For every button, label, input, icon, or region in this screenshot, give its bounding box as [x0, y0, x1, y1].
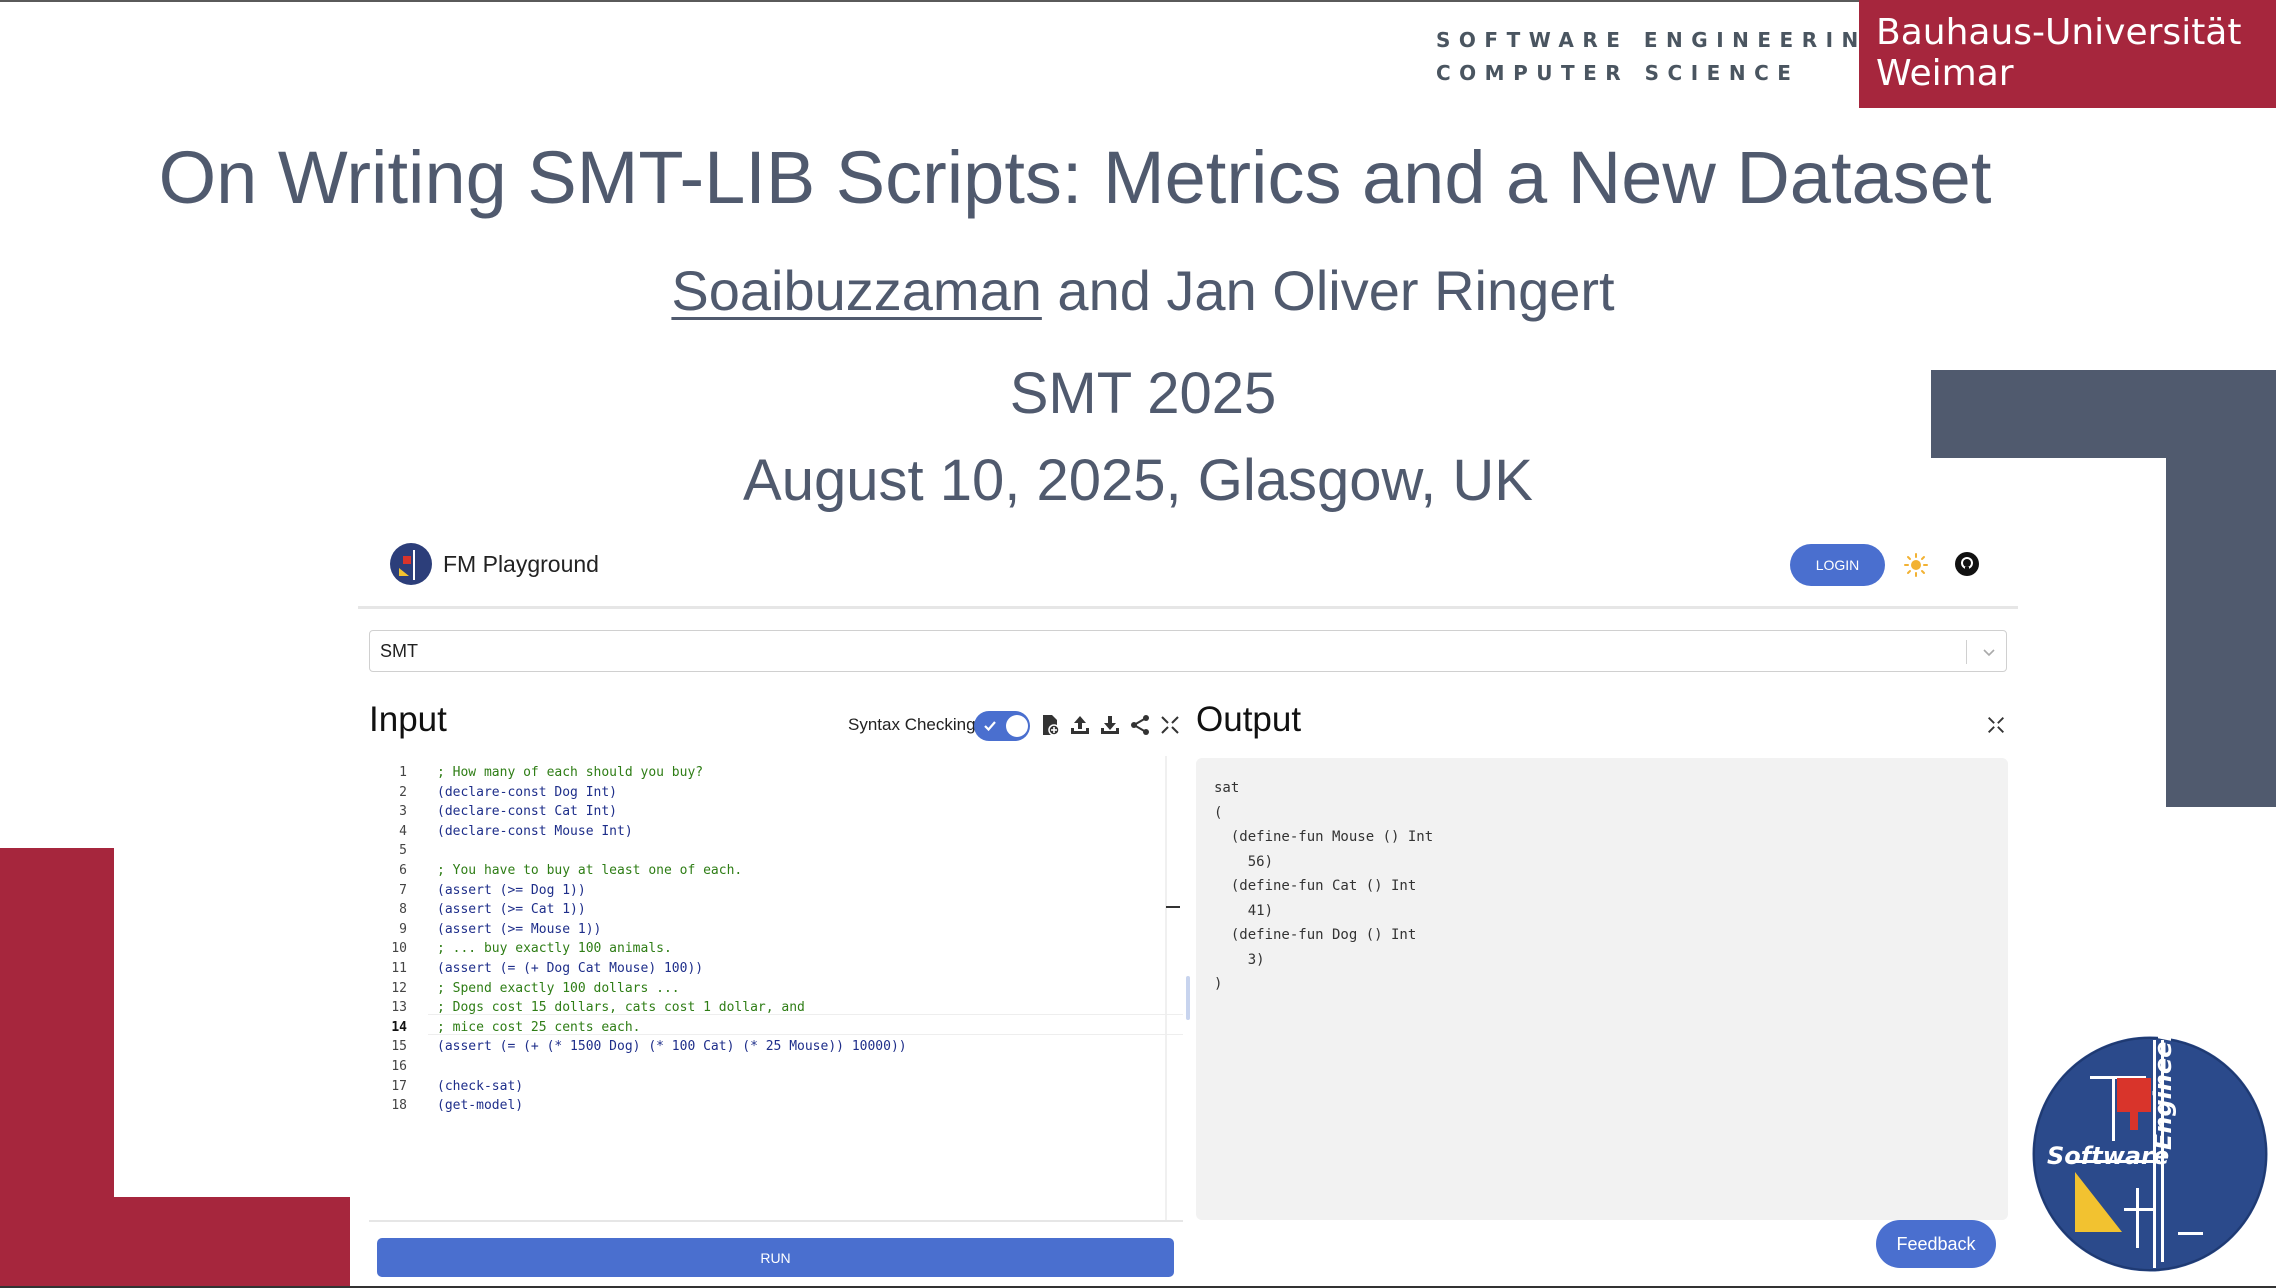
- code-line: (get-model): [437, 1098, 524, 1114]
- download-icon[interactable]: [1098, 713, 1122, 737]
- app-name: FM Playground: [443, 551, 599, 577]
- authors-line: Soaibuzzaman and Jan Oliver Ringert: [0, 258, 2276, 323]
- output-line: 41): [1214, 902, 1274, 919]
- line-number: 1: [399, 765, 407, 780]
- line-number: 9: [399, 921, 407, 937]
- output-line: 3): [1214, 951, 1265, 968]
- code-line: (declare-const Dog Int): [437, 784, 618, 800]
- department-line-1: SOFTWARE ENGINEERING: [1436, 28, 1892, 52]
- code-line: ; You have to buy at least one of each.: [437, 863, 743, 878]
- code-line: (assert (= (+ (* 1500 Dog) (* 100 Cat) (…: [437, 1039, 907, 1055]
- code-line: (declare-const Cat Int): [437, 804, 618, 820]
- line-number: 5: [399, 843, 407, 859]
- line-number: 15: [391, 1039, 407, 1055]
- slide-title: On Writing SMT-LIB Scripts: Metrics and …: [158, 136, 1992, 219]
- code-line: (assert (>= Dog 1)): [437, 882, 586, 898]
- line-number: 12: [391, 980, 407, 996]
- chevron-down-icon[interactable]: [1980, 643, 1998, 661]
- code-line: ; Spend exactly 100 dollars ...: [437, 980, 680, 996]
- line-number: 11: [391, 961, 407, 976]
- toggle-knob: [1006, 715, 1028, 737]
- output-line: (define-fun Cat () Int: [1214, 878, 1417, 894]
- new-file-icon[interactable]: [1038, 713, 1062, 737]
- code-line: ; ... buy exactly 100 animals.: [437, 941, 672, 957]
- line-number: 10: [391, 941, 407, 957]
- code-line: (assert (= (+ Dog Cat Mouse) 100)): [437, 961, 704, 976]
- author-coauthor: Jan Oliver Ringert: [1166, 259, 1615, 322]
- output-line: (define-fun Mouse () Int: [1214, 829, 1434, 845]
- line-number: 7: [399, 882, 407, 898]
- code-line: ; How many of each should you buy?: [437, 765, 704, 780]
- syntax-checking-label: Syntax Checking: [848, 715, 976, 734]
- code-line: (assert (>= Mouse 1)): [437, 921, 602, 937]
- github-icon[interactable]: [1953, 550, 1981, 578]
- code-line: (check-sat): [437, 1078, 524, 1094]
- line-number: 16: [391, 1059, 407, 1074]
- code-line: (assert (>= Cat 1)): [437, 902, 586, 918]
- line-number: 18: [391, 1098, 407, 1114]
- login-button[interactable]: LOGIN: [1790, 544, 1885, 586]
- code-line: ; Dogs cost 15 dollars, cats cost 1 doll…: [437, 1000, 805, 1016]
- feedback-button[interactable]: Feedback: [1876, 1220, 1996, 1268]
- logo-word-engineering: Engineering: [2149, 987, 2177, 1150]
- language-select[interactable]: [369, 630, 2007, 672]
- run-button[interactable]: RUN: [377, 1238, 1174, 1277]
- decor-red-bar: [0, 1197, 350, 1288]
- language-select-value: SMT: [380, 641, 418, 661]
- author-joiner: and: [1041, 259, 1167, 322]
- university-name-line-2: Weimar: [1876, 53, 2014, 94]
- output-line: (define-fun Dog () Int: [1214, 927, 1417, 943]
- editor-ruler-marker: [1166, 906, 1180, 908]
- line-number: 13: [391, 1000, 407, 1016]
- output-line: (: [1214, 804, 1223, 821]
- output-line: ): [1214, 976, 1223, 992]
- code-line: (declare-const Mouse Int): [437, 823, 633, 839]
- department-line-2: COMPUTER SCIENCE: [1436, 61, 1800, 85]
- check-icon: [984, 721, 996, 732]
- output-line: 56): [1214, 853, 1274, 870]
- fullscreen-icon[interactable]: [1158, 713, 1182, 737]
- line-number: 17: [391, 1078, 407, 1094]
- app-logo-icon: [390, 543, 432, 585]
- line-number: 14: [391, 1019, 407, 1035]
- line-number: 3: [399, 804, 407, 820]
- decor-gray-column: [2166, 370, 2276, 807]
- sun-icon[interactable]: [1903, 552, 1929, 578]
- output-line: sat: [1214, 780, 1240, 796]
- line-number: 4: [399, 823, 407, 839]
- fullscreen-icon[interactable]: [1985, 714, 2007, 736]
- line-number: 8: [399, 902, 407, 918]
- university-logo-box: Bauhaus-Universität Weimar: [1859, 0, 2276, 108]
- upload-icon[interactable]: [1068, 713, 1092, 737]
- share-icon[interactable]: [1128, 713, 1152, 737]
- line-number: 6: [399, 863, 407, 878]
- select-divider: [1966, 640, 1967, 664]
- university-name-line-1: Bauhaus-Universität: [1876, 12, 2242, 53]
- line-number: 2: [399, 784, 407, 800]
- code-line: ; mice cost 25 cents each.: [437, 1019, 641, 1035]
- input-panel-title: Input: [369, 700, 447, 739]
- app-header-bar: [358, 530, 2018, 609]
- editor-scrollbar-thumb[interactable]: [1186, 976, 1190, 1020]
- author-presenter: Soaibuzzaman: [671, 259, 1042, 322]
- editor-overview-ruler: [1165, 756, 1167, 1220]
- output-panel-title: Output: [1196, 700, 1302, 739]
